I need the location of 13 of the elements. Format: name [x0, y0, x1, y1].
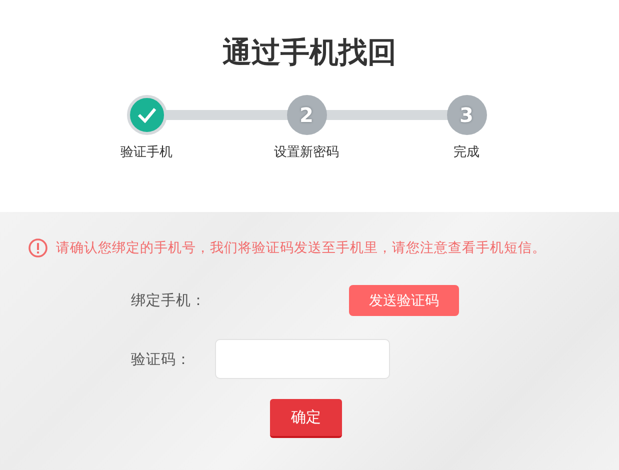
- code-input-field[interactable]: [215, 339, 390, 379]
- step-label: 设置新密码: [274, 144, 339, 161]
- step-label: 完成: [454, 144, 480, 161]
- step-number: 2: [286, 95, 326, 135]
- field-label: 验证码：: [131, 350, 192, 368]
- page-title: 通过手机找回: [222, 34, 396, 70]
- notice-text: 请确认您绑定的手机号，我们将验证码发送至手机里，请您注意查看手机短信。: [56, 239, 546, 257]
- confirm-button[interactable]: 确定: [270, 399, 342, 438]
- warning-icon: [28, 238, 48, 258]
- step-label: 验证手机: [120, 144, 172, 161]
- send-code-button[interactable]: 发送验证码: [349, 285, 459, 316]
- field-label: 绑定手机：: [131, 292, 207, 310]
- step-number: 3: [446, 95, 486, 135]
